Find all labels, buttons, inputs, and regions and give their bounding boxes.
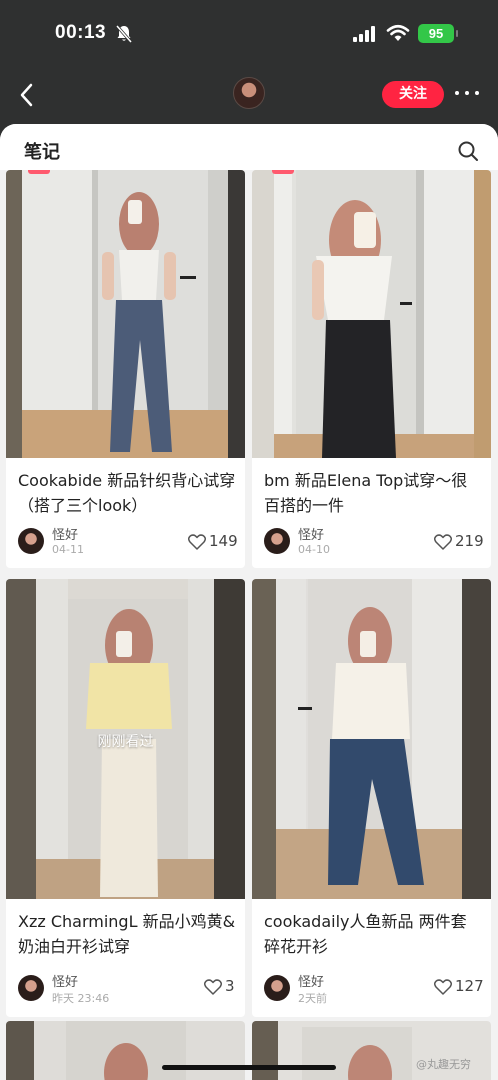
like-count: 219 (455, 532, 484, 550)
battery-indicator: 95 (418, 24, 458, 43)
note-title[interactable]: Cookabide 新品针织背心试穿（搭了三个look） (18, 468, 236, 518)
note-title[interactable]: cookadaily人鱼新品 两件套碎花开衫 (264, 909, 482, 959)
author-avatar[interactable] (264, 528, 290, 554)
note-card[interactable]: cookadaily人鱼新品 两件套碎花开衫 怪好 2天前 127 (252, 579, 491, 1017)
heart-icon[interactable] (204, 979, 222, 995)
author-name[interactable]: 怪好 (298, 524, 324, 543)
notes-sheet: 笔记 Cookabide 新品针织背心试穿（搭了三个look） 怪好 04-11… (0, 124, 498, 1080)
heart-icon[interactable] (434, 534, 452, 550)
section-title: 笔记 (24, 142, 60, 163)
note-title[interactable]: Xzz CharmingL 新品小鸡黄&奶油白开衫试穿 (18, 909, 236, 959)
watermark: @丸趣无穷 (416, 1058, 471, 1071)
heart-icon[interactable] (188, 534, 206, 550)
recently-viewed-label: 刚刚看过 (97, 734, 154, 750)
post-date: 昨天 23:46 (52, 992, 110, 1005)
sheet-header: 笔记 (0, 124, 498, 170)
status-time: 00:13 (55, 22, 107, 43)
note-photo[interactable] (252, 579, 491, 899)
like-count: 3 (225, 977, 235, 995)
note-card[interactable]: 刚刚看过 Xzz CharmingL 新品小鸡黄&奶油白开衫试穿 怪好 昨天 2… (6, 579, 245, 1017)
nav-bar: 关注 (0, 64, 498, 124)
note-card[interactable]: bm 新品Elena Top试穿～很百搭的一件 怪好 04-10 219 (252, 170, 491, 568)
post-date: 2天前 (298, 992, 327, 1005)
cellular-signal-icon (353, 26, 379, 42)
note-photo[interactable] (6, 170, 245, 458)
note-card[interactable]: Cookabide 新品针织背心试穿（搭了三个look） 怪好 04-11 14… (6, 170, 245, 568)
author-name[interactable]: 怪好 (52, 971, 78, 990)
note-photo[interactable] (6, 1021, 245, 1080)
more-options-icon[interactable] (455, 91, 479, 97)
post-date: 04-11 (52, 543, 84, 556)
follow-button[interactable]: 关注 (382, 81, 444, 108)
note-photo[interactable] (252, 170, 491, 458)
note-title[interactable]: bm 新品Elena Top试穿～很百搭的一件 (264, 468, 482, 518)
like-count: 127 (455, 977, 484, 995)
author-avatar[interactable] (18, 528, 44, 554)
wifi-icon (386, 24, 410, 41)
author-name[interactable]: 怪好 (298, 971, 324, 990)
like-count: 149 (209, 532, 238, 550)
back-chevron-icon[interactable] (16, 82, 38, 108)
post-date: 04-10 (298, 543, 330, 556)
author-avatar[interactable] (264, 975, 290, 1001)
status-bar: 00:13 95 (0, 0, 498, 64)
profile-avatar[interactable] (233, 77, 265, 109)
author-name[interactable]: 怪好 (52, 524, 78, 543)
search-icon[interactable] (457, 140, 479, 162)
bell-mute-icon (116, 25, 132, 43)
heart-icon[interactable] (434, 979, 452, 995)
home-indicator[interactable] (162, 1065, 336, 1070)
author-avatar[interactable] (18, 975, 44, 1001)
note-card[interactable] (6, 1021, 245, 1080)
